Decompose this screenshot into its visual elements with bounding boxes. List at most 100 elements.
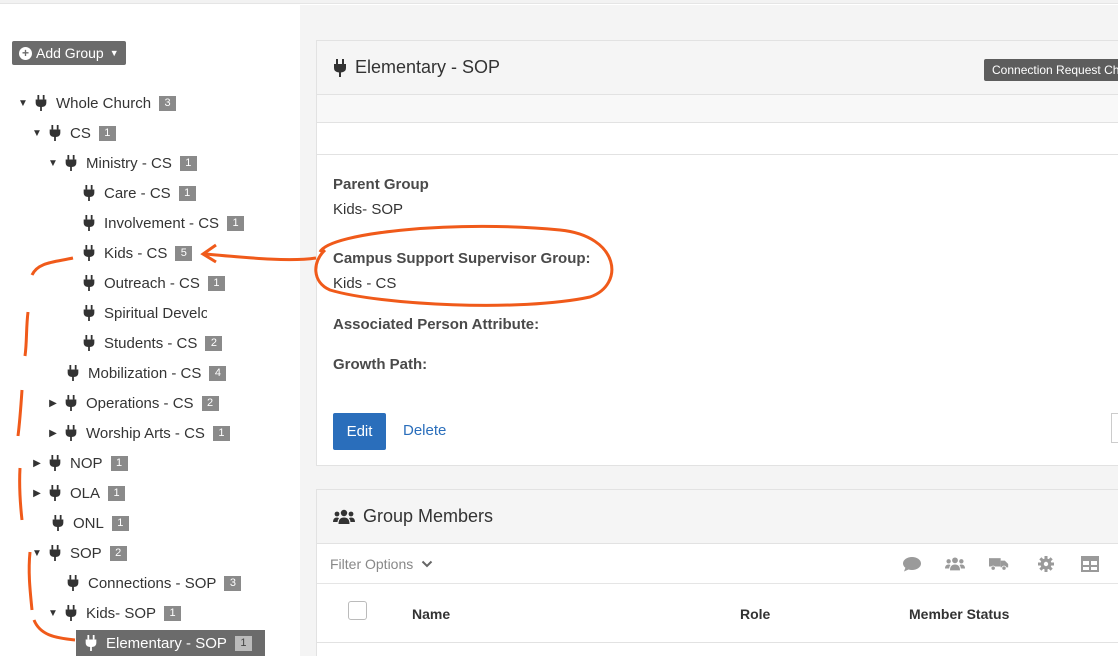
tree-item-label: OLA	[70, 484, 101, 502]
plug-icon	[82, 215, 96, 231]
caret-right-icon[interactable]: ▶	[46, 428, 60, 439]
tree-item[interactable]: Kids - CS 5	[78, 240, 193, 266]
count-badge: 1	[227, 215, 245, 231]
tree-item[interactable]: Connections - SOP 3	[62, 570, 242, 596]
tree-item[interactable]: ▼ Kids- SOP 1	[46, 600, 182, 626]
caret-down-icon[interactable]: ▼	[30, 128, 44, 139]
plug-icon	[48, 545, 62, 561]
plug-icon	[334, 58, 346, 77]
tree-item-label: ONL	[73, 514, 104, 532]
plus-circle-icon: +	[19, 46, 32, 60]
caret-right-icon[interactable]: ▶	[30, 488, 44, 499]
tree-item[interactable]: ▶ OLA 1	[30, 480, 126, 506]
plug-icon	[34, 95, 48, 111]
plug-icon	[82, 275, 96, 291]
tree-item[interactable]: Mobilization - CS 4	[62, 360, 227, 386]
detail-tabstrip	[317, 123, 1118, 155]
group-detail-card: Elementary - SOP Connection Request Cha …	[316, 40, 1118, 466]
tree-item-label: NOP	[70, 454, 103, 472]
table-icon[interactable]	[1080, 556, 1100, 572]
tree-item[interactable]: ▶ Worship Arts - CS 1	[46, 420, 230, 446]
caret-right-icon[interactable]: ▶	[30, 458, 44, 469]
column-name[interactable]: Name	[412, 606, 450, 622]
tree-item-label: Spiritual Development - C	[104, 304, 207, 322]
tree-item-label: Involvement - CS	[104, 214, 220, 232]
plug-icon	[64, 425, 78, 441]
count-badge: 1	[110, 455, 128, 471]
tree-item[interactable]: Spiritual Development - C	[78, 300, 207, 326]
tree-item[interactable]: ▼ SOP 2	[30, 540, 127, 566]
table-divider	[317, 642, 1118, 643]
count-badge: 3	[224, 575, 242, 591]
count-badge: 1	[212, 425, 230, 441]
plug-icon	[48, 125, 62, 141]
count-badge: 1	[207, 275, 225, 291]
filter-options-toggle[interactable]: Filter Options	[330, 556, 433, 572]
tree-item-label: Students - CS	[104, 334, 198, 352]
tree-item[interactable]: Elementary - SOP 1	[76, 630, 265, 656]
group-members-card: Group Members Filter Options Name Role M…	[316, 489, 1118, 656]
plug-icon	[82, 305, 96, 321]
tree-item[interactable]: Involvement - CS 1	[78, 210, 245, 236]
tree-item[interactable]: Outreach - CS 1	[78, 270, 225, 296]
campus-support-label: Campus Support Supervisor Group:	[333, 250, 591, 267]
count-badge: 2	[109, 545, 127, 561]
count-badge: 1	[98, 125, 116, 141]
tree-item[interactable]: Students - CS 2	[78, 330, 223, 356]
column-role[interactable]: Role	[740, 606, 770, 622]
count-badge: 2	[205, 335, 223, 351]
count-badge: 2	[201, 395, 219, 411]
members-filter-bar: Filter Options	[317, 544, 1118, 584]
tree-item-label: Mobilization - CS	[88, 364, 202, 382]
users-group-icon[interactable]	[945, 556, 965, 572]
parent-group-label: Parent Group	[333, 176, 429, 193]
tree-item-label: Outreach - CS	[104, 274, 200, 292]
growth-path-label: Growth Path:	[333, 356, 428, 373]
caret-down-icon[interactable]: ▼	[16, 98, 30, 109]
plug-icon	[66, 365, 80, 381]
tree-item[interactable]: ▶ NOP 1	[30, 450, 128, 476]
column-member-status[interactable]: Member Status	[909, 606, 1009, 622]
gear-icon[interactable]	[1036, 556, 1056, 572]
add-group-button[interactable]: + Add Group ▼	[12, 41, 126, 65]
count-badge: 4	[209, 365, 227, 381]
delete-link[interactable]: Delete	[403, 422, 446, 439]
select-all-checkbox[interactable]	[348, 601, 367, 620]
caret-down-icon[interactable]: ▼	[46, 158, 60, 169]
caret-down-icon[interactable]: ▼	[30, 548, 44, 559]
more-button-edge[interactable]	[1111, 413, 1118, 443]
plug-icon	[82, 185, 96, 201]
tree-item[interactable]: ▶ Operations - CS 2	[46, 390, 219, 416]
caret-right-icon[interactable]: ▶	[46, 398, 60, 409]
tree-item[interactable]: ▼ Ministry - CS 1	[46, 150, 197, 176]
group-detail-pane: Elementary - SOP Connection Request Cha …	[300, 5, 1118, 656]
plug-icon	[84, 635, 98, 651]
comment-icon[interactable]	[902, 556, 922, 572]
caret-down-icon: ▼	[109, 48, 119, 58]
truck-icon[interactable]	[989, 556, 1009, 572]
edit-button[interactable]: Edit	[333, 413, 386, 450]
count-badge: 5	[175, 245, 193, 261]
count-badge: 1	[234, 635, 252, 651]
caret-down-icon[interactable]: ▼	[46, 608, 60, 619]
tree-item[interactable]: ▼ Whole Church 3	[16, 90, 177, 116]
plug-icon	[48, 455, 62, 471]
count-badge: 1	[179, 155, 197, 171]
plug-icon	[66, 575, 80, 591]
associated-person-attribute-label: Associated Person Attribute:	[333, 316, 540, 333]
parent-group-value: Kids- SOP	[333, 201, 404, 218]
group-tree-pane: + Add Group ▼ ▼ Whole Church 3 ▼ CS 1 ▼ Ministr…	[0, 5, 300, 656]
tree-item[interactable]: Care - CS 1	[78, 180, 196, 206]
plug-icon	[48, 485, 62, 501]
campus-support-value: Kids - CS	[333, 275, 397, 292]
members-title: Group Members	[363, 506, 494, 526]
tree-item[interactable]: ▼ CS 1	[30, 120, 116, 146]
tree-item-label: Elementary - SOP	[106, 634, 227, 652]
tree-item-label: CS	[70, 124, 91, 142]
tree-item-label: Kids- SOP	[86, 604, 157, 622]
members-header: Group Members	[317, 490, 1118, 544]
page-title: Elementary - SOP	[355, 57, 501, 77]
tree-item-label: Care - CS	[104, 184, 171, 202]
count-badge: 3	[159, 95, 177, 111]
tree-item[interactable]: ONL 1	[47, 510, 129, 536]
